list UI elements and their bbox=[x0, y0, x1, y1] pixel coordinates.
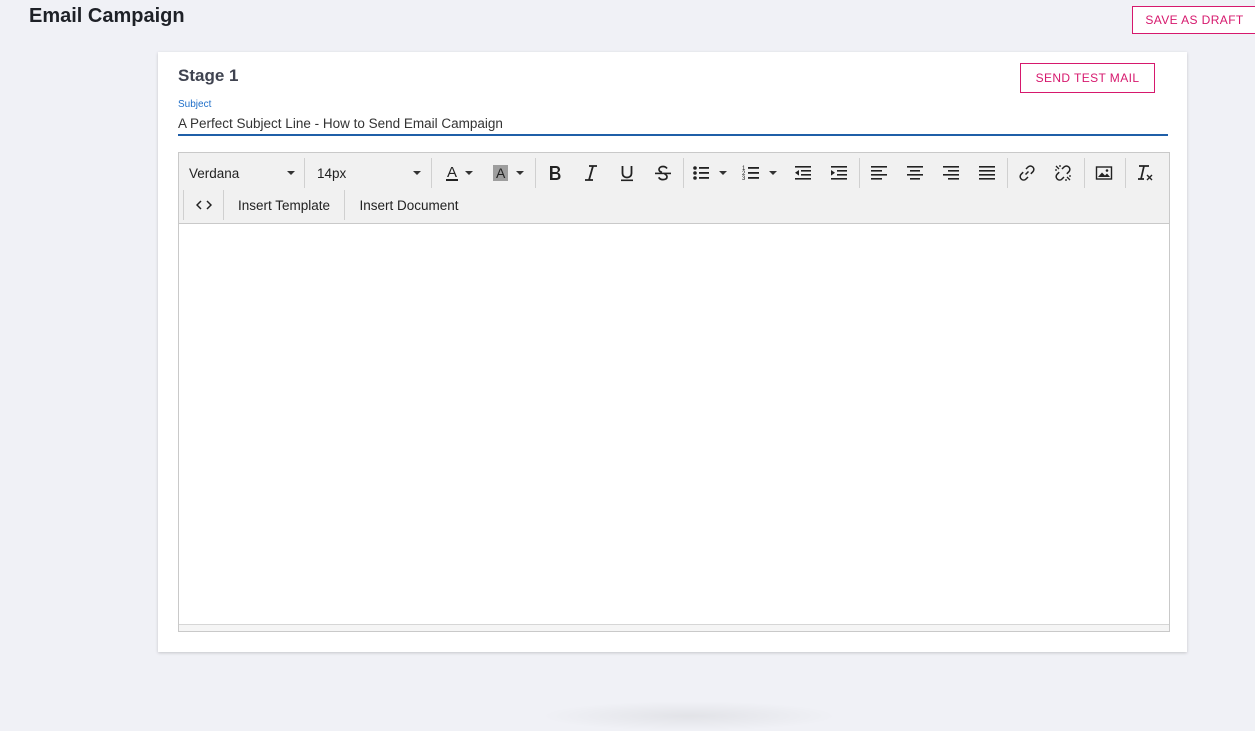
bold-button[interactable] bbox=[541, 157, 569, 189]
highlight-color-icon: A bbox=[492, 165, 524, 181]
insert-document-label: Insert Document bbox=[359, 197, 459, 213]
strikethrough-icon bbox=[655, 165, 671, 181]
toolbar-divider bbox=[859, 158, 860, 188]
editor-content-area[interactable] bbox=[179, 224, 1169, 619]
outdent-button[interactable] bbox=[789, 157, 817, 189]
indent-button[interactable] bbox=[825, 157, 853, 189]
font-size-value: 14px bbox=[317, 165, 347, 181]
highlight-color-button[interactable]: A bbox=[484, 157, 529, 189]
toolbar-divider bbox=[535, 158, 536, 188]
editor-toolbar: Verdana 14px A A 1 2 3 Insert Template I… bbox=[179, 153, 1169, 224]
toolbar-divider bbox=[304, 158, 305, 188]
align-center-icon bbox=[907, 166, 923, 180]
subject-label: Subject bbox=[178, 99, 212, 110]
link-icon bbox=[1019, 165, 1035, 181]
strikethrough-button[interactable] bbox=[649, 157, 677, 189]
clear-formatting-icon bbox=[1138, 165, 1153, 181]
toolbar-divider bbox=[223, 190, 224, 220]
stage-card: Stage 1 SEND TEST MAIL Subject Verdana 1… bbox=[158, 52, 1187, 731]
underline-icon bbox=[621, 166, 633, 182]
chevron-down-icon bbox=[413, 171, 421, 175]
source-code-icon bbox=[196, 200, 212, 210]
align-justify-button[interactable] bbox=[973, 157, 1001, 189]
save-as-draft-button[interactable]: SAVE AS DRAFT bbox=[1132, 6, 1255, 34]
toolbar-divider bbox=[183, 190, 184, 220]
numbered-list-button[interactable]: 1 2 3 bbox=[739, 157, 783, 189]
insert-image-button[interactable] bbox=[1090, 157, 1118, 189]
svg-text:3: 3 bbox=[742, 176, 746, 182]
align-left-button[interactable] bbox=[865, 157, 893, 189]
align-right-button[interactable] bbox=[937, 157, 965, 189]
toolbar-divider bbox=[344, 190, 345, 220]
image-icon bbox=[1095, 166, 1113, 180]
font-size-select[interactable]: 14px bbox=[309, 157, 427, 189]
unlink-icon bbox=[1055, 165, 1071, 181]
send-test-mail-button[interactable]: SEND TEST MAIL bbox=[1020, 63, 1155, 93]
align-justify-icon bbox=[979, 166, 995, 180]
font-color-button[interactable]: A bbox=[437, 157, 479, 189]
rich-text-editor: Verdana 14px A A 1 2 3 Insert Template I… bbox=[178, 152, 1170, 731]
outdent-icon bbox=[795, 166, 811, 180]
toolbar-divider bbox=[1007, 158, 1008, 188]
scroll-shadow bbox=[539, 701, 839, 731]
align-left-icon bbox=[871, 166, 887, 180]
page-title: Email Campaign bbox=[29, 5, 185, 27]
italic-button[interactable] bbox=[577, 157, 605, 189]
bulleted-list-button[interactable] bbox=[689, 157, 733, 189]
toolbar-divider bbox=[1084, 158, 1085, 188]
editor-status-bar bbox=[179, 624, 1169, 631]
numbered-list-icon: 1 2 3 bbox=[742, 166, 777, 182]
toolbar-divider bbox=[431, 158, 432, 188]
align-right-icon bbox=[943, 166, 959, 180]
stage-title: Stage 1 bbox=[178, 66, 239, 85]
insert-link-button[interactable] bbox=[1013, 157, 1041, 189]
remove-link-button[interactable] bbox=[1049, 157, 1077, 189]
subject-input[interactable] bbox=[178, 112, 1168, 136]
svg-text:A: A bbox=[447, 164, 457, 181]
font-family-value: Verdana bbox=[189, 165, 240, 181]
align-center-button[interactable] bbox=[901, 157, 929, 189]
svg-text:A: A bbox=[496, 165, 506, 181]
bulleted-list-icon bbox=[693, 166, 727, 180]
toolbar-divider bbox=[1125, 158, 1126, 188]
indent-icon bbox=[831, 166, 847, 180]
font-color-icon: A bbox=[446, 164, 473, 181]
italic-icon bbox=[585, 165, 597, 181]
source-code-button[interactable] bbox=[187, 189, 221, 221]
insert-template-button[interactable]: Insert Template bbox=[225, 189, 343, 221]
clear-formatting-button[interactable] bbox=[1131, 157, 1159, 189]
insert-document-button[interactable]: Insert Document bbox=[347, 189, 471, 221]
insert-template-label: Insert Template bbox=[237, 197, 331, 213]
toolbar-divider bbox=[683, 158, 684, 188]
chevron-down-icon bbox=[287, 171, 295, 175]
font-family-select[interactable]: Verdana bbox=[181, 157, 301, 189]
underline-button[interactable] bbox=[613, 157, 641, 189]
bold-icon bbox=[550, 166, 561, 180]
